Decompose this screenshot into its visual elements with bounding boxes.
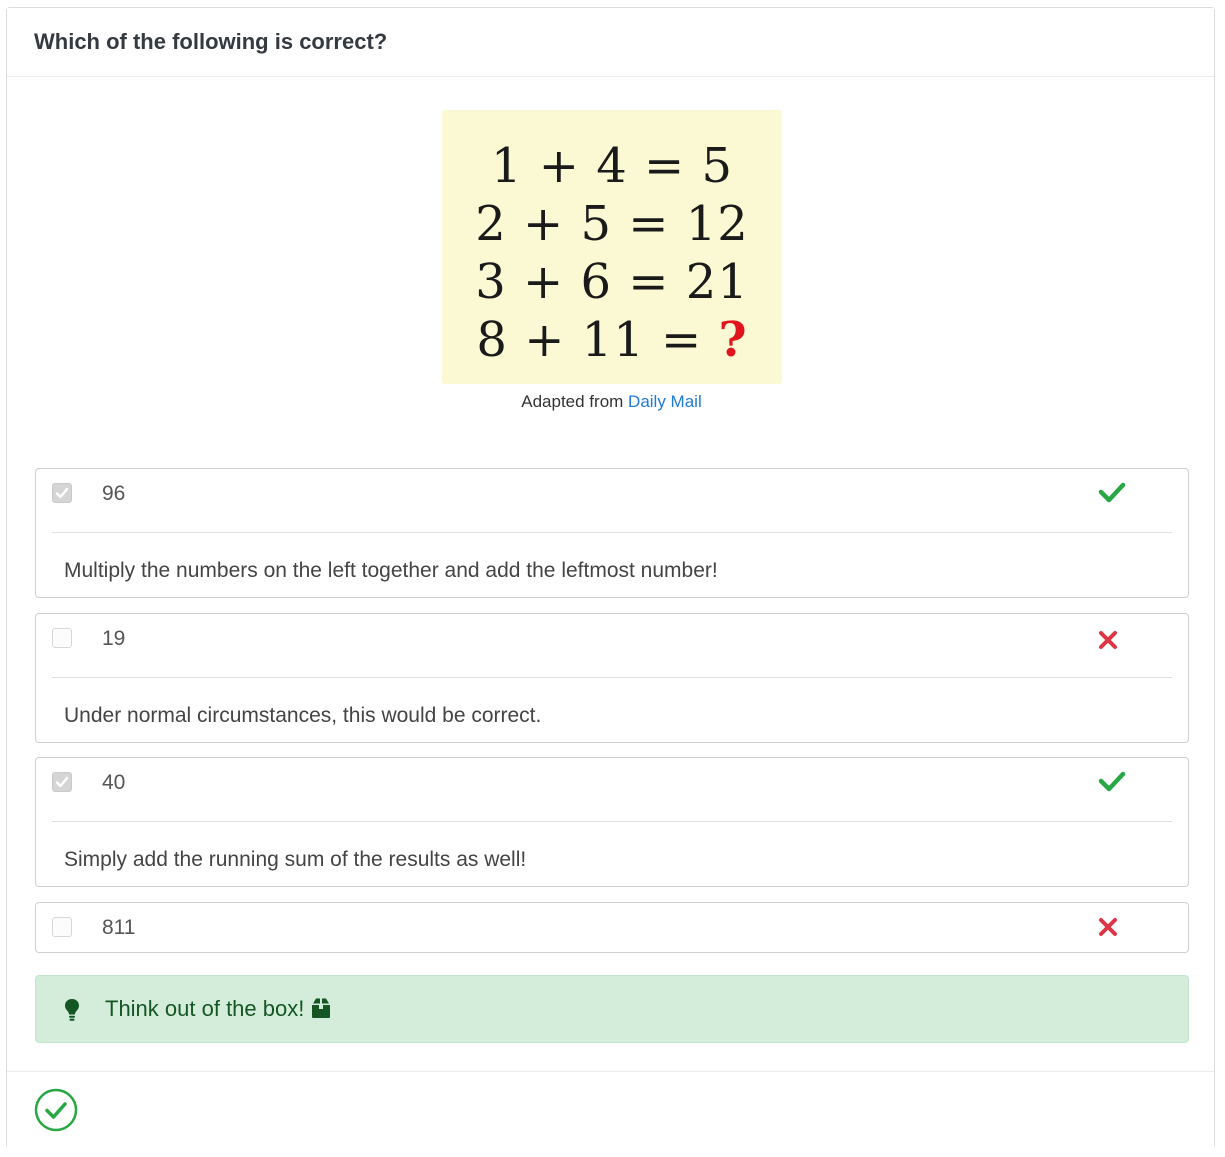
question-title: Which of the following is correct? <box>7 8 1214 77</box>
checkmark-icon <box>55 487 69 499</box>
option-1-feedback: Multiply the numbers on the left togethe… <box>64 559 718 582</box>
answer-option-4: 811 <box>35 902 1189 953</box>
incorrect-x-icon <box>1098 630 1118 655</box>
option-4-label: 811 <box>102 916 136 939</box>
puzzle-line-4: 8 + 11 = ? <box>442 311 782 369</box>
hint-text: Think out of the box! <box>105 996 305 1021</box>
image-caption: Adapted from Daily Mail <box>7 392 1216 412</box>
answer-option-1: 96 Multiply the numbers on the left toge… <box>35 468 1189 598</box>
correct-check-icon <box>1098 481 1126 508</box>
hint-alert: Think out of the box! <box>35 975 1189 1043</box>
puzzle-line-2: 2 + 5 = 12 <box>475 196 749 252</box>
check-circle-icon <box>34 1088 78 1137</box>
lightbulb-icon <box>64 998 80 1028</box>
caption-prefix: Adapted from <box>521 392 624 411</box>
option-1-label: 96 <box>102 482 126 505</box>
puzzle-line-4-text: 8 + 11 = <box>476 312 719 368</box>
puzzle-line-3: 3 + 6 = 21 <box>475 254 749 310</box>
option-2-feedback: Under normal circumstances, this would b… <box>64 704 542 727</box>
correct-check-icon <box>1098 770 1126 797</box>
option-3-label: 40 <box>102 771 126 794</box>
question-card: Which of the following is correct? 1 + 4… <box>6 7 1215 1149</box>
puzzle-image: 1 + 4 = 5 2 + 5 = 12 3 + 6 = 21 8 + 11 =… <box>442 110 782 384</box>
option-3-checkbox[interactable] <box>52 772 72 792</box>
checkmark-icon <box>55 776 69 788</box>
incorrect-x-icon <box>1098 917 1118 942</box>
daily-mail-link[interactable]: Daily Mail <box>628 392 702 411</box>
option-4-checkbox[interactable] <box>52 917 72 937</box>
option-2-checkbox[interactable] <box>52 628 72 648</box>
answer-option-2: 19 Under normal circumstances, this woul… <box>35 613 1189 743</box>
answer-option-3: 40 Simply add the running sum of the res… <box>35 757 1189 887</box>
option-3-feedback: Simply add the running sum of the result… <box>64 848 527 871</box>
question-mark: ? <box>718 312 748 368</box>
box-icon <box>310 997 332 1025</box>
hint-text-wrap: Think out of the box! <box>105 996 332 1025</box>
card-footer <box>7 1071 1214 1149</box>
option-2-label: 19 <box>102 627 126 650</box>
puzzle-line-1: 1 + 4 = 5 <box>490 138 734 194</box>
option-1-checkbox[interactable] <box>52 483 72 503</box>
